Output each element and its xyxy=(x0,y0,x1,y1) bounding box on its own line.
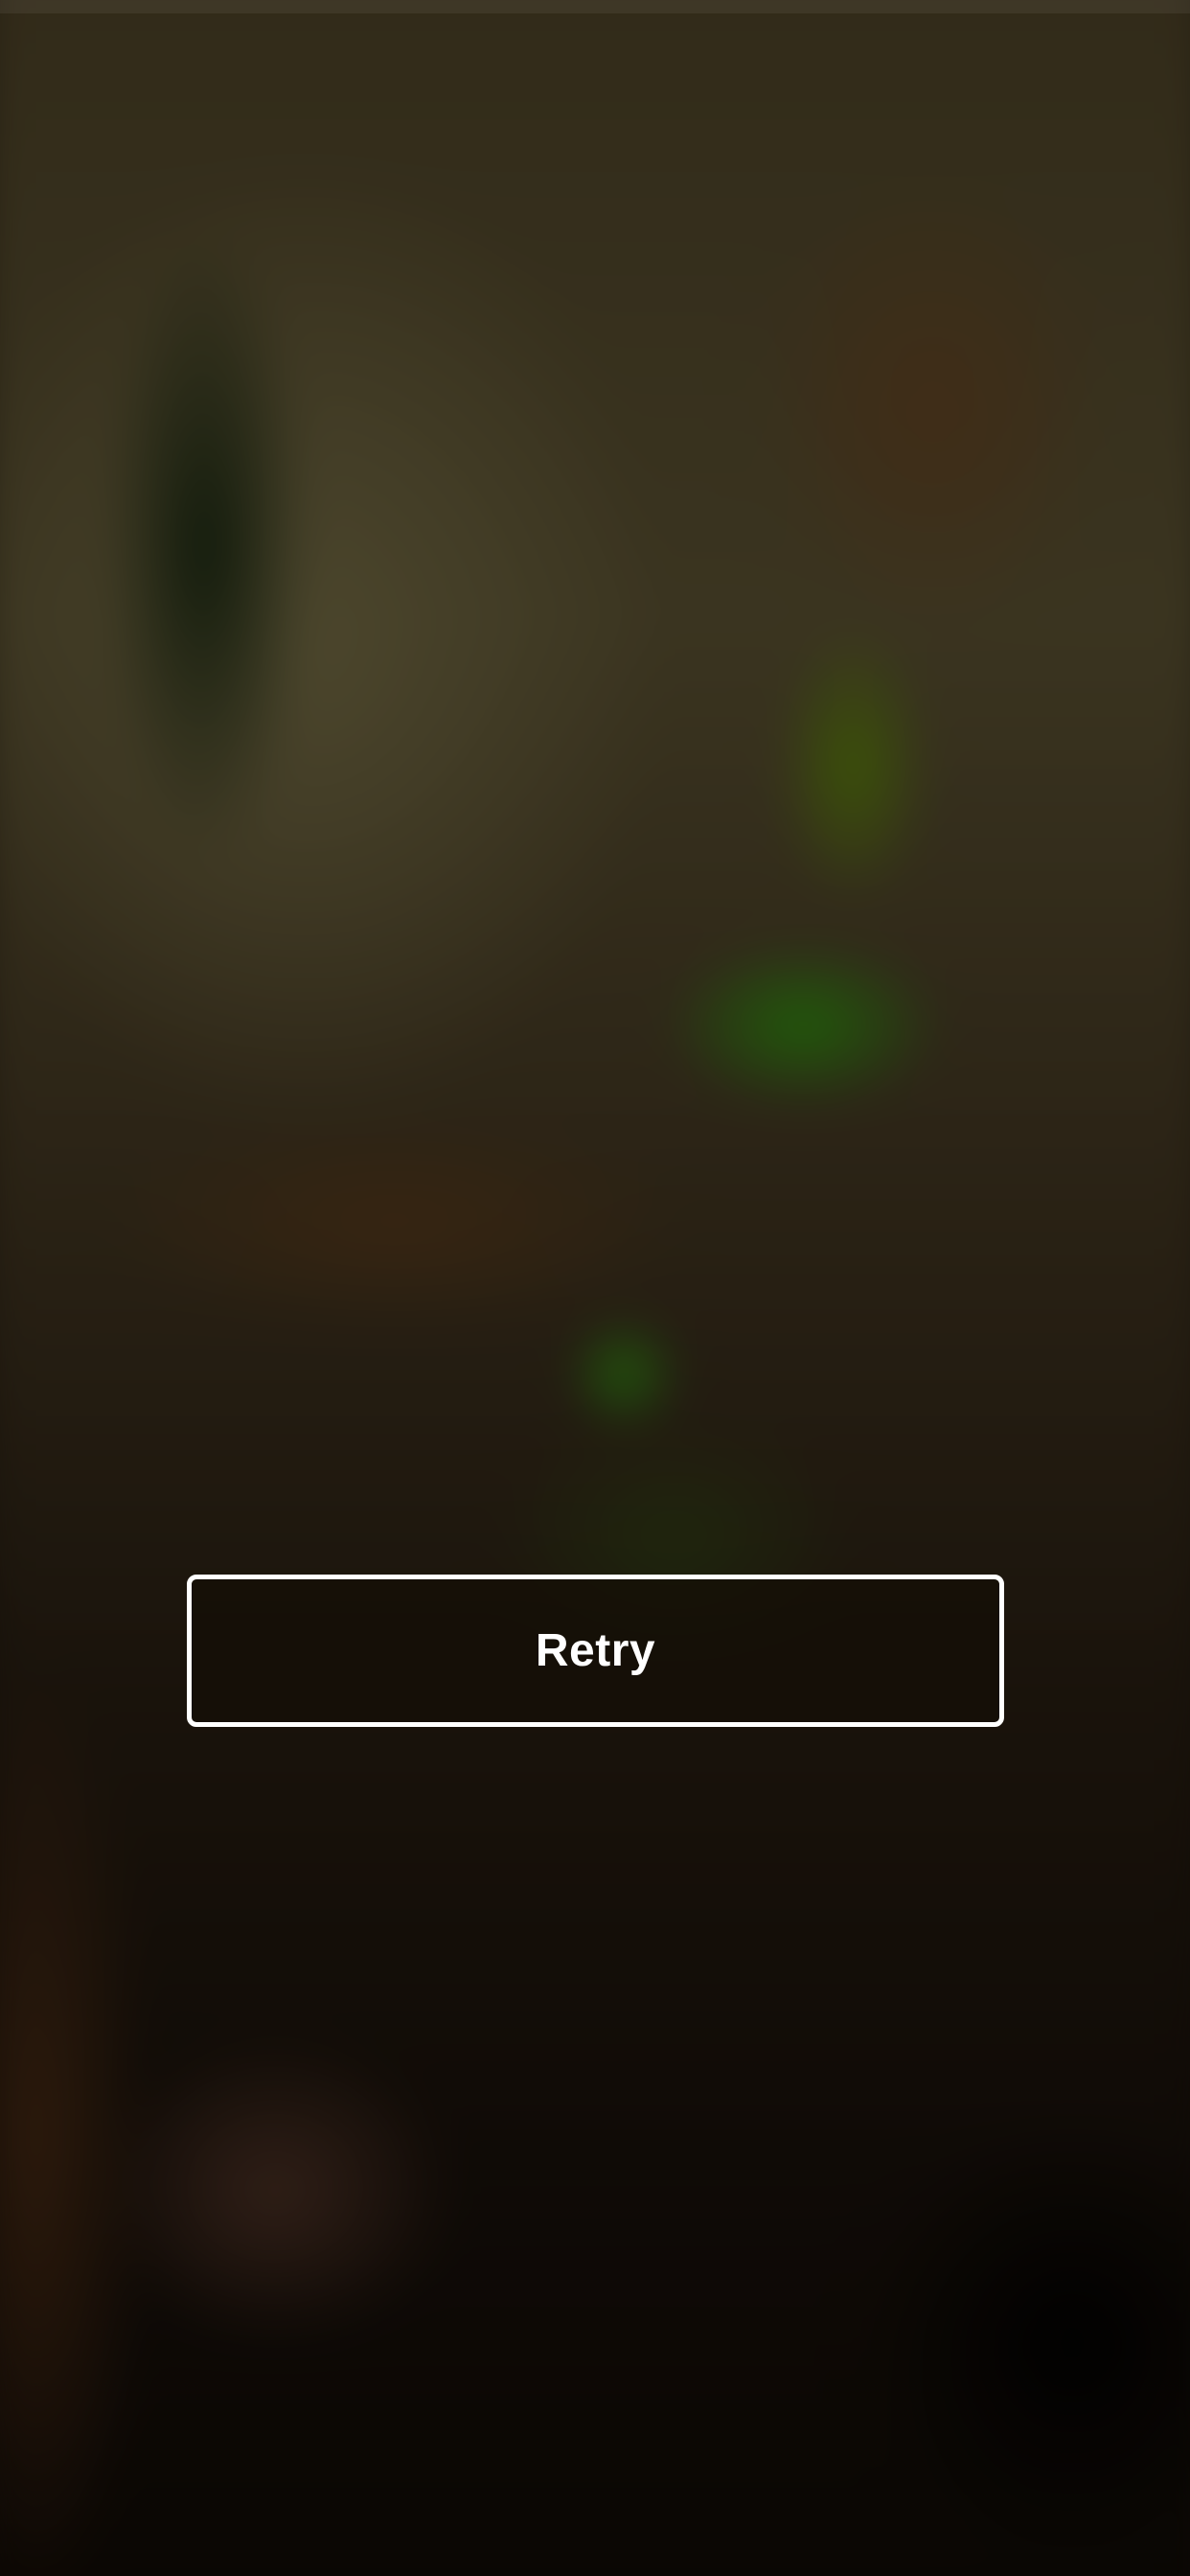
retry-button[interactable]: Retry xyxy=(187,1575,1004,1727)
dim-overlay xyxy=(0,0,1190,2576)
retry-button-label: Retry xyxy=(535,1625,656,1676)
status-bar-edge xyxy=(0,0,1190,13)
error-screen: Retry xyxy=(0,0,1190,2576)
